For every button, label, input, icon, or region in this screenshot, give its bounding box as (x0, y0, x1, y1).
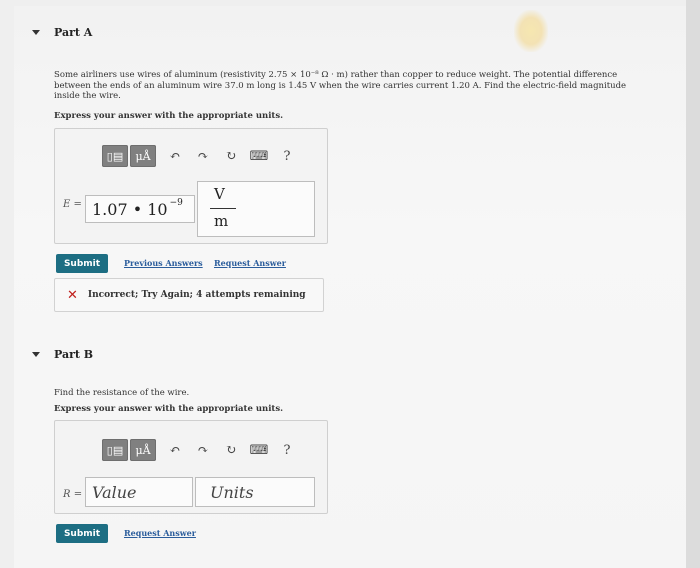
part-a-title: Part A (54, 26, 93, 39)
undo-icon[interactable]: ↶ (164, 145, 186, 167)
part-a-variable-label: E = (63, 199, 82, 210)
part-a-request-answer-link[interactable]: Request Answer (214, 258, 286, 268)
part-b-instruction: Express your answer with the appropriate… (54, 404, 284, 414)
part-a-value-input[interactable]: 1.07 • 10 −9 (85, 195, 195, 223)
templates-icon: ▯▤ (106, 149, 124, 163)
undo-icon[interactable]: ↶ (164, 439, 186, 461)
help-icon[interactable]: ? (276, 439, 298, 461)
part-b-request-answer-link[interactable]: Request Answer (124, 528, 196, 538)
part-a-toolbar: ▯▤ μÅ ↶ ↷ ↻ ⌨ ? (102, 145, 298, 167)
part-a-submit-button[interactable]: Submit (56, 254, 108, 273)
part-b-answer-box: ▯▤ μÅ ↶ ↷ ↻ ⌨ ? R = Value Units (54, 420, 328, 514)
templates-icon: ▯▤ (106, 443, 124, 457)
part-b-title: Part B (54, 348, 94, 361)
part-a-instruction: Express your answer with the appropriate… (54, 111, 284, 121)
part-b-variable-label: R = (63, 489, 83, 500)
reset-icon[interactable]: ↻ (220, 439, 242, 461)
part-a-answer-box: ▯▤ μÅ ↶ ↷ ↻ ⌨ ? E = 1.07 • 10 −9 V m (54, 128, 328, 244)
keyboard-icon[interactable]: ⌨ (248, 439, 270, 461)
part-a-header[interactable]: Part A (32, 26, 92, 39)
error-x-icon: ✕ (67, 287, 78, 303)
problem-sheet: Part A Some airliners use wires of alumi… (14, 6, 686, 568)
keyboard-icon[interactable]: ⌨ (248, 145, 270, 167)
collapse-caret-icon[interactable] (32, 30, 40, 35)
unit-numerator: V (214, 185, 225, 203)
part-a-question: Some airliners use wires of aluminum (re… (54, 70, 627, 101)
fraction-bar (210, 208, 236, 209)
feedback-text: Incorrect; Try Again; 4 attempts remaini… (87, 290, 306, 300)
part-b-submit-button[interactable]: Submit (56, 524, 108, 543)
feedback-box: ✕ Incorrect; Try Again; 4 attempts remai… (54, 278, 324, 312)
part-b-question: Find the resistance of the wire. (54, 388, 190, 398)
unit-denominator: m (214, 212, 229, 230)
part-b-toolbar: ▯▤ μÅ ↶ ↷ ↻ ⌨ ? (102, 439, 298, 461)
redo-icon[interactable]: ↷ (192, 439, 214, 461)
part-b-header[interactable]: Part B (32, 348, 93, 361)
redo-icon[interactable]: ↷ (192, 145, 214, 167)
reset-icon[interactable]: ↻ (220, 145, 242, 167)
part-b-value-input[interactable]: Value (85, 477, 193, 507)
templates-button[interactable]: ▯▤ (102, 145, 128, 167)
previous-answers-link[interactable]: Previous Answers (124, 258, 203, 268)
page-edge (686, 0, 700, 568)
units-symbols-button[interactable]: μÅ (130, 439, 156, 461)
units-symbols-button[interactable]: μÅ (130, 145, 156, 167)
templates-button[interactable]: ▯▤ (102, 439, 128, 461)
part-b-units-input[interactable]: Units (195, 477, 315, 507)
light-glare (514, 10, 548, 52)
part-a-units-input[interactable]: V m (197, 181, 315, 237)
exponent: −9 (169, 198, 183, 208)
collapse-caret-icon[interactable] (32, 352, 40, 357)
help-icon[interactable]: ? (276, 145, 298, 167)
